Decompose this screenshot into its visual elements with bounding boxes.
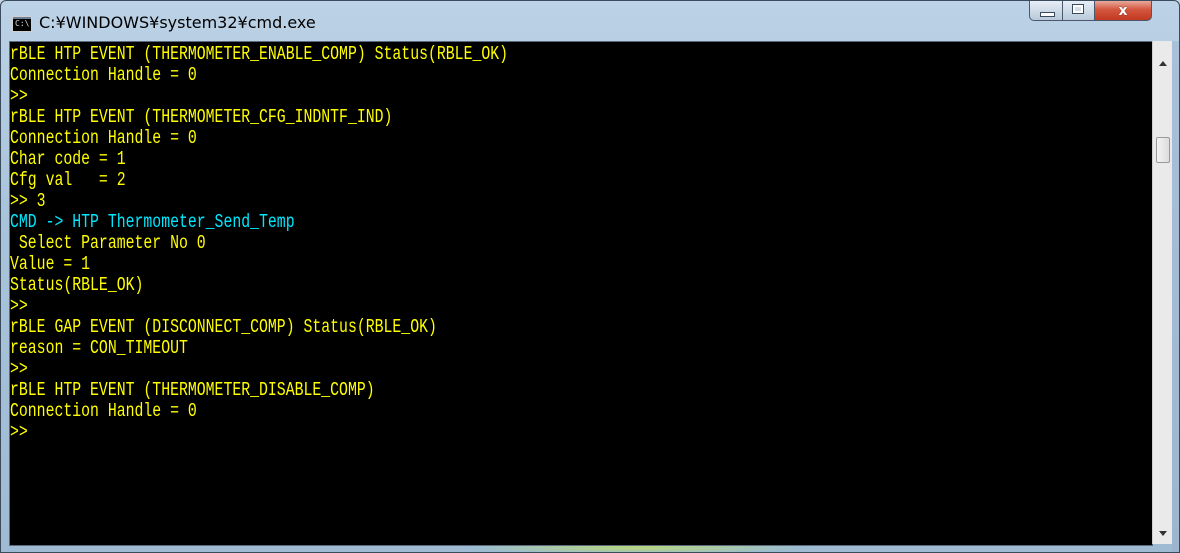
vertical-scrollbar[interactable] — [1152, 41, 1173, 544]
close-icon: x — [1118, 3, 1128, 19]
cmd-app-icon[interactable]: C:\ — [12, 16, 32, 32]
console-line: rBLE GAP EVENT (DISCONNECT_COMP) Status(… — [10, 316, 437, 338]
window-title: C:¥WINDOWS¥system32¥cmd.exe — [39, 13, 316, 32]
console-line: Connection Handle = 0 — [10, 64, 197, 86]
minimize-button[interactable] — [1029, 1, 1063, 21]
console-line: >> — [10, 295, 28, 317]
scroll-up-icon[interactable] — [1159, 61, 1167, 66]
maximize-button[interactable] — [1062, 1, 1095, 21]
scroll-down-icon[interactable] — [1159, 531, 1167, 536]
close-button[interactable]: x — [1094, 1, 1152, 21]
console-line: Char code = 1 — [10, 148, 126, 170]
cmd-app-icon-text: C:\ — [15, 19, 30, 28]
title-bar[interactable]: C:\ C:¥WINDOWS¥system32¥cmd.exe x — [1, 1, 1179, 41]
console-line: >> 3 — [10, 190, 46, 212]
console-line: >> — [10, 421, 28, 443]
console-line: Cfg val = 2 — [10, 169, 126, 191]
minimize-icon — [1040, 12, 1055, 17]
window-frame-right — [1172, 41, 1179, 552]
console-line: rBLE HTP EVENT (THERMOMETER_DISABLE_COMP… — [10, 379, 375, 401]
scroll-thumb[interactable] — [1156, 137, 1170, 163]
console-line: Connection Handle = 0 — [10, 127, 197, 149]
console-line: Value = 1 — [10, 253, 91, 275]
maximize-icon — [1072, 4, 1084, 14]
console-line: >> — [10, 85, 28, 107]
console-line: Connection Handle = 0 — [10, 400, 197, 422]
cmd-window: C:\ C:¥WINDOWS¥system32¥cmd.exe x rBLE H… — [0, 0, 1180, 553]
console-line: >> — [10, 358, 28, 380]
console-line: CMD -> HTP Thermometer_Send_Temp — [10, 211, 295, 233]
console-line: rBLE HTP EVENT (THERMOMETER_CFG_INDNTF_I… — [10, 106, 393, 128]
console-line: rBLE HTP EVENT (THERMOMETER_ENABLE_COMP)… — [10, 43, 509, 65]
console-line: Status(RBLE_OK) — [10, 274, 144, 296]
console-line: reason = CON_TIMEOUT — [10, 337, 188, 359]
console-output[interactable]: rBLE HTP EVENT (THERMOMETER_ENABLE_COMP)… — [9, 41, 1153, 546]
console-line: Select Parameter No 0 — [10, 232, 206, 254]
